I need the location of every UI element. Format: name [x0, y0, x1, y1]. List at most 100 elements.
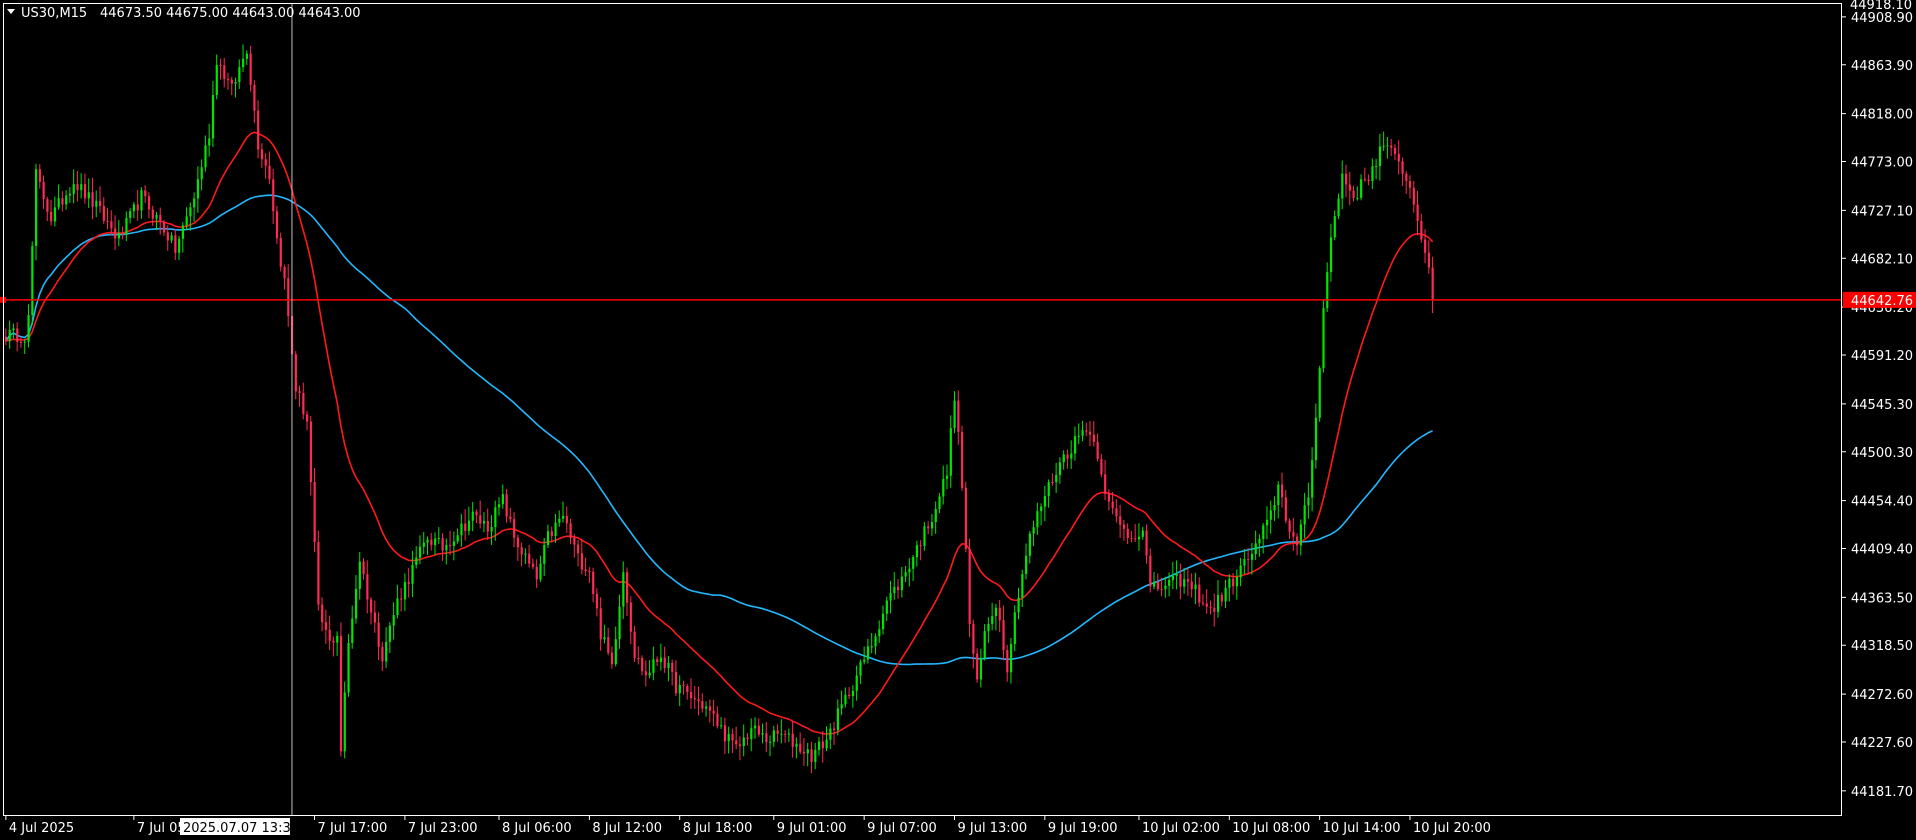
price-chart[interactable]: 44908.90 44863.90 44818.00 44773.00 44727.10…: [0, 0, 1916, 840]
candle-body: [1397, 153, 1400, 162]
candle-body: [1168, 579, 1171, 586]
candle-body: [972, 623, 975, 654]
candle-body: [193, 198, 196, 208]
candle-body: [1333, 216, 1336, 238]
candle-body: [72, 184, 75, 194]
candle-body: [1149, 555, 1152, 587]
candle-body: [53, 207, 57, 222]
candle-body: [445, 545, 448, 551]
price-tick-label: 44591.20: [1851, 349, 1913, 364]
candle-body: [524, 553, 527, 555]
chart-header[interactable]: US30,M15 44673.50 44675.00 44643.00 4464…: [7, 6, 361, 21]
candle-body: [151, 209, 154, 219]
candle-body: [1314, 417, 1318, 461]
candle-body: [83, 184, 87, 199]
candle-body: [1367, 179, 1370, 182]
candle-body: [1081, 430, 1084, 436]
candle-body: [595, 593, 599, 609]
candle-body: [12, 328, 15, 331]
candle-body: [776, 730, 779, 734]
time-tick-label: 10 Jul 20:00: [1413, 821, 1491, 836]
candle-body: [196, 179, 200, 199]
candle-body: [716, 713, 719, 727]
candle-body: [1183, 579, 1186, 587]
ohlc-label: 44673.50 44675.00 44643.00 44643.00: [100, 6, 361, 21]
candle-body: [449, 545, 452, 547]
time-tick-label: 9 Jul 01:00: [777, 821, 847, 836]
candle-body: [968, 548, 971, 624]
candle-body: [1036, 511, 1039, 528]
candle-body: [87, 192, 90, 199]
candle-body: [1032, 527, 1035, 534]
current-price-label: 44642.76: [1851, 294, 1913, 309]
candle-body: [283, 266, 286, 279]
candle-body: [437, 538, 440, 540]
candle-body: [957, 400, 960, 433]
candle-body: [750, 728, 753, 740]
candle-body: [577, 544, 580, 554]
candle-body: [253, 84, 256, 111]
candle-body: [1137, 536, 1141, 540]
candle-body: [1070, 453, 1073, 459]
candle-body: [546, 531, 550, 545]
candle-body: [200, 167, 203, 180]
candle-body: [1292, 531, 1295, 537]
candle-body: [1089, 431, 1092, 435]
candle-body: [663, 657, 666, 669]
candle-body: [129, 211, 132, 218]
candle-body: [678, 684, 681, 694]
candle-body: [1179, 573, 1182, 587]
candle-body: [110, 221, 113, 229]
candle-body: [415, 557, 418, 565]
candle-body: [961, 432, 964, 488]
candle-body: [1009, 644, 1013, 673]
candle-body: [1318, 368, 1321, 418]
candle-body: [1028, 533, 1031, 556]
candle-body: [1341, 173, 1344, 199]
candle-body: [1250, 554, 1254, 560]
candle-body: [1412, 187, 1415, 205]
candle-body: [637, 658, 640, 660]
candle-body: [1201, 602, 1205, 604]
time-tick-label: 7 Jul 23:00: [408, 821, 478, 836]
candle-body: [1040, 506, 1043, 512]
candle-body: [125, 217, 128, 235]
candle-body: [919, 545, 922, 547]
candle-body: [189, 207, 192, 217]
candle-body: [68, 193, 72, 196]
candle-body: [91, 192, 94, 207]
candle-body: [114, 228, 117, 239]
candle-body: [912, 557, 915, 569]
candle-body: [467, 520, 471, 531]
candle-body: [230, 79, 233, 84]
candle-body: [1156, 581, 1159, 590]
candle-body: [144, 190, 147, 197]
candle-body: [825, 739, 828, 749]
candle-body: [34, 169, 38, 246]
candle-body: [486, 520, 489, 532]
candle-body: [1420, 220, 1423, 240]
candle-body: [1405, 173, 1408, 182]
candle-body: [1243, 559, 1246, 566]
candle-body: [106, 220, 109, 222]
candle-body: [516, 537, 520, 548]
candle-body: [50, 211, 53, 222]
candle-body: [181, 225, 185, 239]
candle-body: [991, 616, 994, 624]
candle-body: [441, 538, 444, 551]
candle-body: [1055, 474, 1058, 483]
candle-body: [772, 730, 776, 742]
candle-body: [1119, 516, 1122, 525]
candle-body: [347, 643, 350, 693]
candle-body: [1416, 204, 1419, 221]
candle-body: [1100, 458, 1103, 475]
candle-body: [1408, 181, 1412, 188]
candle-body: [392, 615, 395, 626]
candle-body: [953, 400, 956, 429]
candle-body: [949, 428, 952, 476]
candle-body: [554, 522, 557, 536]
candle-body: [1186, 579, 1190, 582]
candle-body: [893, 586, 896, 594]
time-tick-label: 10 Jul 14:00: [1323, 821, 1401, 836]
candle-body: [257, 110, 260, 150]
